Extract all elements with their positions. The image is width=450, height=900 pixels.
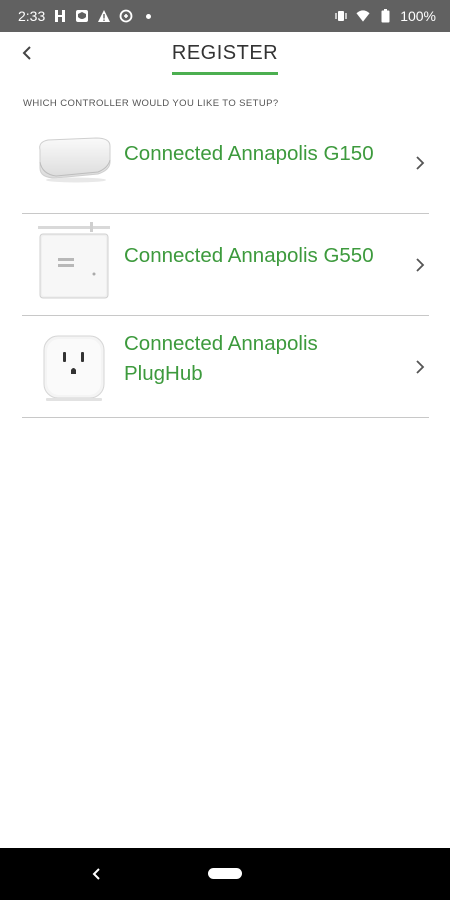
plughub-device-image — [43, 335, 105, 401]
controller-label: Connected Annapolis G550 — [124, 244, 374, 267]
app-header: REGISTER — [0, 32, 450, 80]
nav-back-icon[interactable] — [90, 866, 104, 882]
title-underline — [172, 72, 278, 75]
controller-item-plughub[interactable]: Connected Annapolis PlugHub — [22, 316, 429, 418]
controller-item-g150[interactable]: Connected Annapolis G150 — [22, 112, 429, 214]
shield-icon — [75, 9, 89, 23]
controller-label: Connected Annapolis PlugHub — [124, 332, 318, 385]
nav-home-pill[interactable] — [208, 868, 242, 879]
warning-icon — [97, 9, 111, 23]
controller-label: Connected Annapolis G150 — [124, 142, 374, 165]
data-saver-icon — [119, 9, 133, 23]
wifi-icon — [356, 9, 370, 23]
status-left: 2:33 — [18, 8, 155, 24]
chevron-right-icon — [416, 156, 425, 170]
section-label: WHICH CONTROLLER WOULD YOU LIKE TO SETUP… — [23, 98, 279, 109]
g550-device-image — [38, 222, 110, 299]
battery-percent: 100% — [400, 8, 436, 24]
vibrate-icon — [334, 9, 348, 23]
status-time: 2:33 — [18, 8, 46, 24]
dot-icon — [141, 9, 155, 23]
chevron-right-icon — [416, 360, 425, 374]
system-nav-bar — [0, 848, 450, 900]
controller-list: Connected Annapolis G150 Connected Annap… — [22, 112, 429, 418]
chevron-right-icon — [416, 258, 425, 272]
g150-device-image — [39, 137, 111, 183]
transit-icon — [53, 9, 67, 23]
controller-item-g550[interactable]: Connected Annapolis G550 — [22, 214, 429, 316]
battery-icon — [378, 9, 392, 23]
status-bar: 2:33 100% — [0, 0, 450, 32]
page-title: REGISTER — [171, 42, 279, 64]
status-right: 100% — [334, 8, 436, 24]
